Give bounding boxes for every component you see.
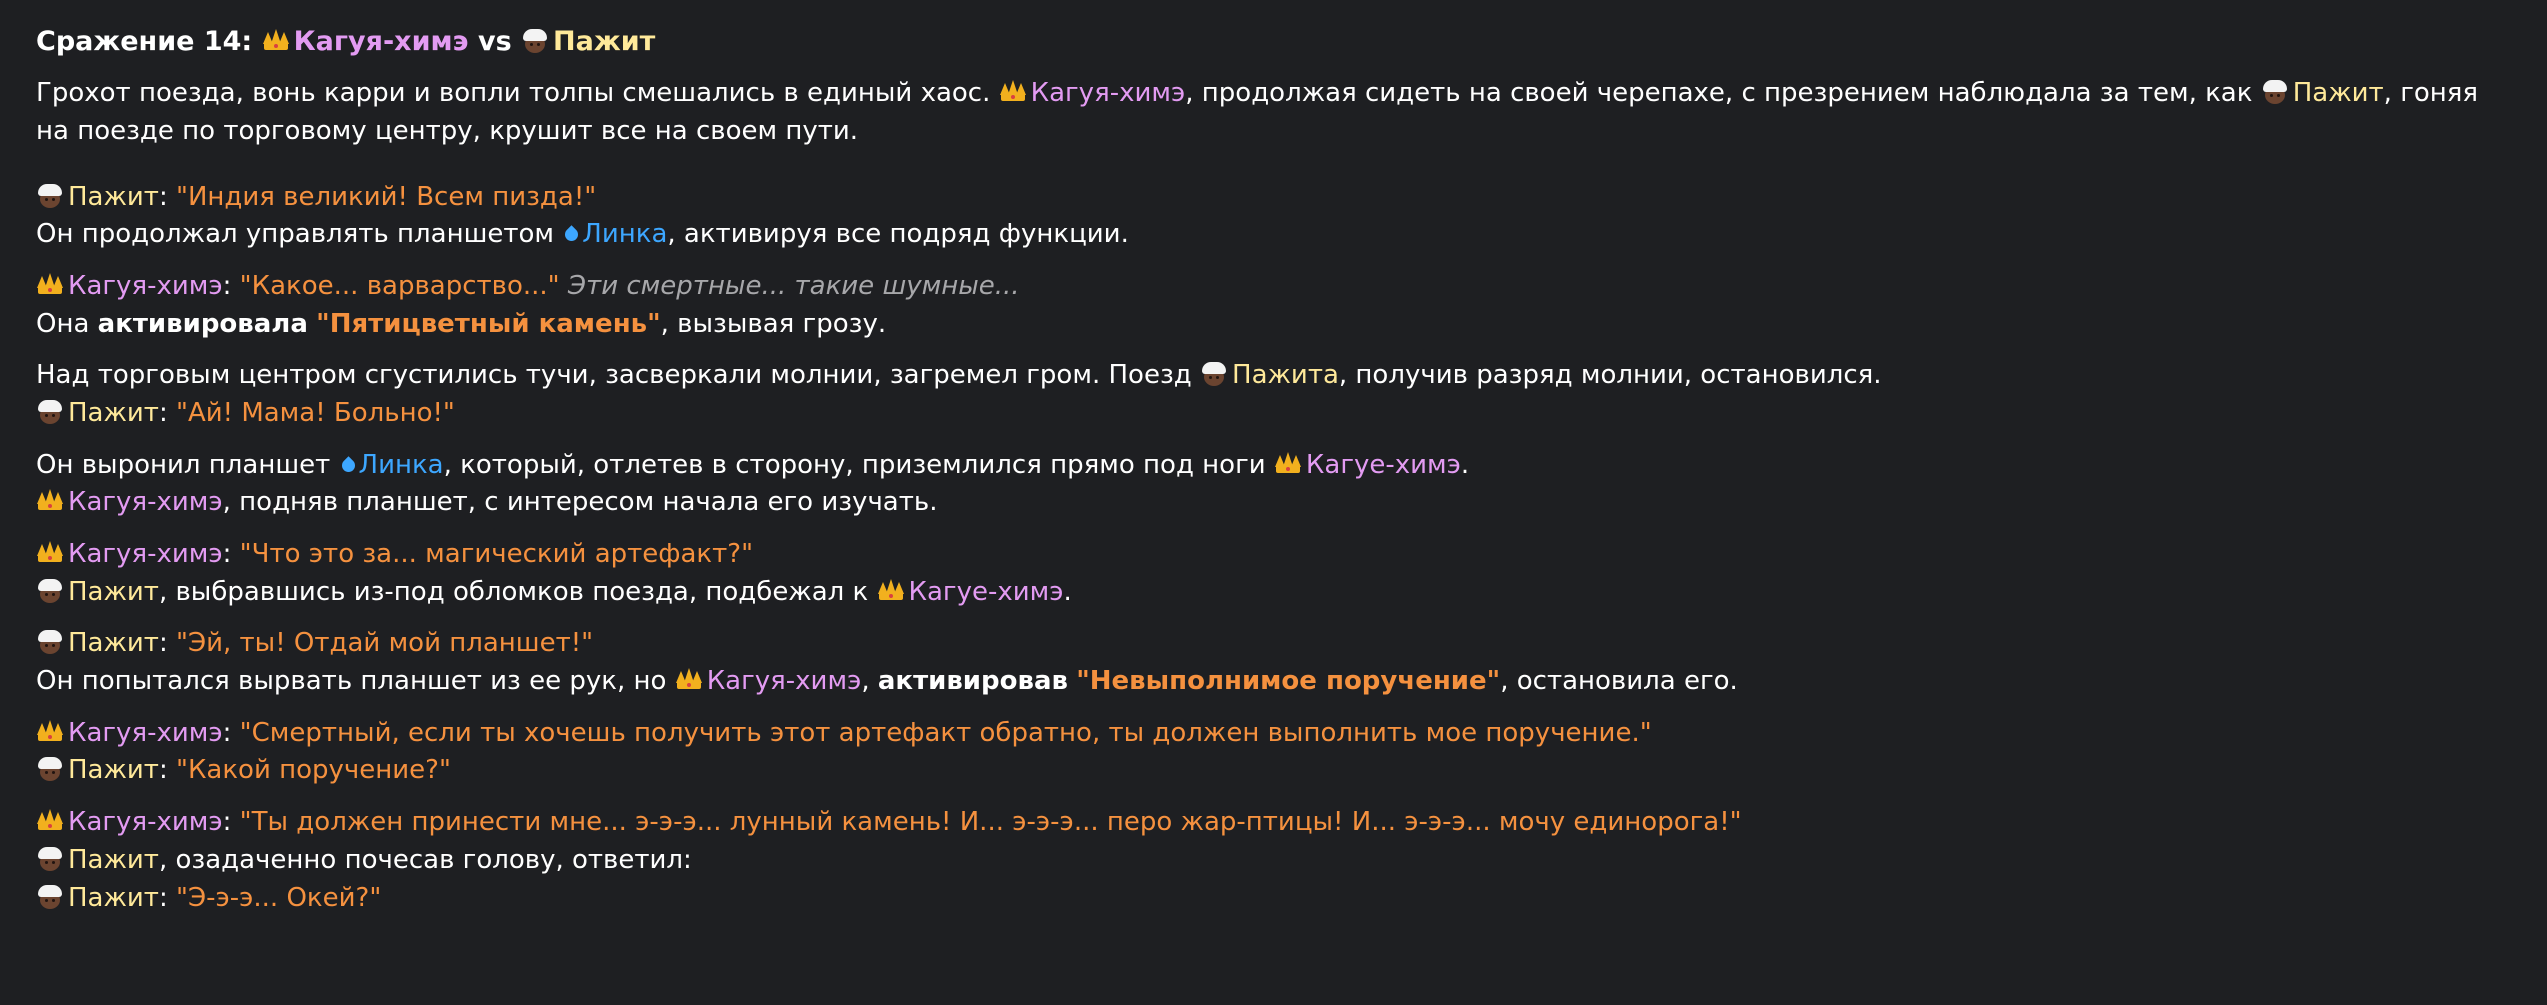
kaguya-name: Кагуя-химэ <box>68 717 223 748</box>
turbaned-man-icon <box>521 29 549 53</box>
crown-icon <box>877 578 905 603</box>
dialogue-quote: "Какой поручение?" <box>175 755 451 786</box>
dialogue-line: Пажит: "Ай! Мама! Больно!" <box>36 395 2506 433</box>
turbaned-man-icon <box>36 884 64 909</box>
pajit-name: Пажит <box>68 882 159 913</box>
turbaned-man-icon <box>1200 362 1228 387</box>
pajit-name: Пажита <box>1232 360 1339 391</box>
dialogue-line: Кагуя-химэ: "Смертный, если ты хочешь по… <box>36 715 2506 753</box>
dialogue-quote: "Что это за... магический артефакт?" <box>239 539 754 570</box>
narration-line: Он попытался вырвать планшет из ее рук, … <box>36 666 1738 697</box>
action-verb: активировав <box>877 666 1068 697</box>
vs-label: vs <box>477 26 512 57</box>
dialogue-line: Пажит: "Э-э-э... Окей?" <box>36 880 2506 918</box>
dialogue-line: Кагуя-химэ: "Ты должен принести мне... э… <box>36 804 2506 842</box>
kaguya-name: Кагуя-химэ <box>1030 78 1186 109</box>
dialogue-quote: "Смертный, если ты хочешь получить этот … <box>239 717 1652 748</box>
message-content: Сражение 14: Кагуя-химэ vs Пажит Грохот … <box>0 0 2542 917</box>
kaguya-name: Кагуя-химэ <box>68 270 223 301</box>
crown-icon <box>262 29 290 53</box>
narration-line: Пажит, выбравшись из-под обломков поезда… <box>36 574 2506 612</box>
fighter-kaguya: Кагуя-химэ <box>293 26 469 57</box>
turbaned-man-icon <box>36 183 64 208</box>
pajit-name: Пажит <box>68 844 159 875</box>
dialogue-quote: "Какое... варварство..." <box>239 270 560 301</box>
turbaned-man-icon <box>2261 80 2289 105</box>
dialogue-line: Пажит: "Индия великий! Всем пизда!" <box>36 179 2506 217</box>
battle-heading: Сражение 14: Кагуя-химэ vs Пажит <box>36 22 2506 61</box>
droplet-icon <box>562 221 581 245</box>
narration-line: Над торговым центром сгустились тучи, за… <box>36 360 1882 391</box>
crown-icon <box>36 272 64 297</box>
turbaned-man-icon <box>36 846 64 871</box>
kaguya-name: Кагуе-химэ <box>908 576 1064 607</box>
crown-icon <box>1274 451 1302 476</box>
inner-thought: Эти смертные... такие шумные... <box>567 270 1020 301</box>
turbaned-man-icon <box>36 757 64 782</box>
kaguya-name: Кагуе-химэ <box>1305 449 1461 480</box>
pajit-name: Пажит <box>68 397 159 428</box>
ability-name: "Невыполнимое поручение" <box>1076 666 1501 697</box>
dialogue-quote: "Ай! Мама! Больно!" <box>175 397 455 428</box>
kaguya-name: Кагуя-химэ <box>706 666 862 697</box>
narration-line: Он продолжал управлять планшетом Линка, … <box>36 219 1129 250</box>
dialogue-quote: "Э-э-э... Окей?" <box>175 882 382 913</box>
linka-name: Линка <box>582 219 668 250</box>
crown-icon <box>36 809 64 833</box>
dialogue-line: Кагуя-химэ: "Какое... варварство..." Эти… <box>36 268 2506 306</box>
dialogue-quote: "Ты должен принести мне... э-э-э... лунн… <box>239 807 1742 838</box>
battle-number: Сражение 14: <box>36 26 253 57</box>
crown-icon <box>36 719 64 744</box>
turbaned-man-icon <box>36 630 64 655</box>
dialogue-line: Кагуя-химэ: "Что это за... магический ар… <box>36 536 2506 574</box>
narration-line: Пажит, озадаченно почесав голову, ответи… <box>36 842 2506 880</box>
pajit-name: Пажит <box>68 576 159 607</box>
crown-icon <box>675 668 703 692</box>
pajit-name: Пажит <box>68 755 159 786</box>
dialogue-quote: "Эй, ты! Отдай мой планшет!" <box>175 628 594 659</box>
narration-line: Он выронил планшет Линка, который, отлет… <box>36 449 1470 480</box>
turbaned-man-icon <box>36 399 64 424</box>
linka-name: Линка <box>358 449 444 480</box>
kaguya-name: Кагуя-химэ <box>68 487 223 518</box>
kaguya-name: Кагуя-химэ <box>68 807 223 838</box>
droplet-icon <box>338 452 358 476</box>
action-verb: активировала <box>97 308 308 339</box>
crown-icon <box>36 541 64 565</box>
turbaned-man-icon <box>36 578 64 603</box>
kaguya-name: Кагуя-химэ <box>68 539 223 570</box>
narration-line: Кагуя-химэ, подняв планшет, с интересом … <box>36 484 2506 522</box>
dialogue-line: Пажит: "Эй, ты! Отдай мой планшет!" <box>36 625 2506 663</box>
pajit-name: Пажит <box>68 628 159 659</box>
ability-name: "Пятицветный камень" <box>316 308 661 339</box>
narration-paragraph: Грохот поезда, вонь карри и вопли толпы … <box>36 78 2479 146</box>
crown-icon <box>36 489 64 513</box>
pajit-name: Пажит <box>68 181 159 212</box>
fighter-pajit: Пажит <box>553 26 656 57</box>
dialogue-quote: "Индия великий! Всем пизда!" <box>175 181 597 212</box>
pajit-name: Пажит <box>2292 78 2384 109</box>
crown-icon <box>999 80 1027 104</box>
dialogue-line: Пажит: "Какой поручение?" <box>36 752 2506 790</box>
narration-line: Она активировала "Пятицветный камень", в… <box>36 308 887 339</box>
